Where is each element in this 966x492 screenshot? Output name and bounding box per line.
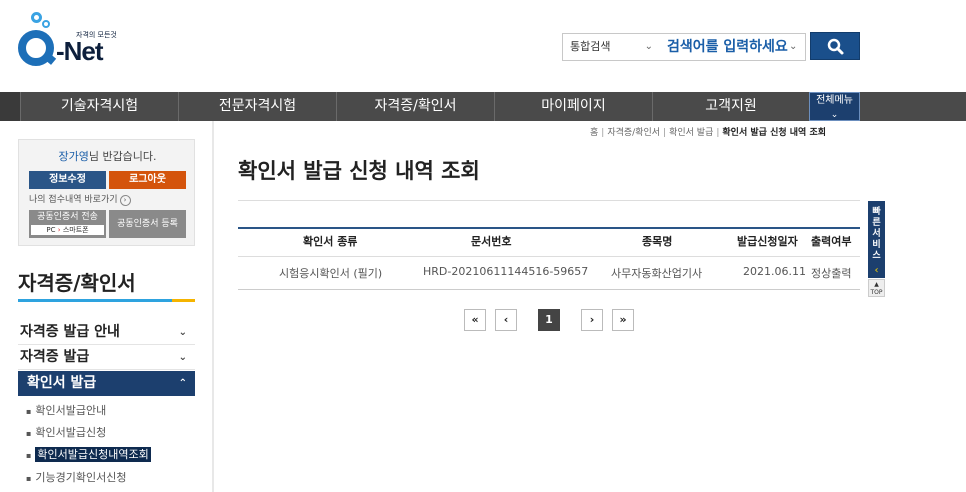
my-application-label: 나의 접수내역 바로가기 <box>29 195 118 205</box>
login-box: 장가영님 반갑습니다. 정보수정 로그아웃 나의 접수내역 바로가기 › 공동인증… <box>18 139 195 246</box>
breadcrumb-item[interactable]: 확인서 발급 <box>669 128 713 138</box>
caret-up-icon: ▲ <box>874 281 879 288</box>
page-next-button[interactable]: › <box>581 309 603 331</box>
title-divider <box>238 200 860 201</box>
nav-mypage[interactable]: 마이페이지 <box>494 92 652 121</box>
search-box: 통합검색 ⌄ ⌄ <box>562 33 806 61</box>
welcome-message: 장가영님 반갑습니다. <box>19 148 196 164</box>
all-menu-label: 전체메뉴 <box>816 95 853 106</box>
page-first-button[interactable]: « <box>464 309 486 331</box>
logo-dot-large <box>31 12 42 23</box>
qnet-logo[interactable]: 자격의 모든것 -Net <box>18 10 118 72</box>
sidebar-item-label: 확인서 발급 <box>27 375 97 391</box>
sidebar-sub-confirm-guide[interactable]: ▪ 확인서발급안내 <box>26 402 106 418</box>
page-current[interactable]: 1 <box>538 309 560 331</box>
sidebar-sub-label: 확인서발급신청내역조회 <box>35 447 151 462</box>
quick-service-label: 빠른서비스 <box>872 207 881 261</box>
sidebar-item-confirm-issue[interactable]: 확인서 발급 ⌃ <box>18 371 195 396</box>
top-label: TOP <box>870 289 883 296</box>
all-menu-button[interactable]: 전체메뉴 ⌄ <box>809 92 860 121</box>
logo-dot-small <box>42 20 50 28</box>
bullet-icon: ▪ <box>26 451 32 460</box>
table-cell-date: 2021.06.11 <box>743 265 806 278</box>
search-input[interactable] <box>661 34 805 60</box>
cert-send-route: PC › 스마트폰 <box>31 225 104 235</box>
nav-edge <box>0 92 20 121</box>
chevron-down-icon[interactable]: ⌄ <box>789 34 797 60</box>
chevron-left-icon[interactable]: ‹ <box>868 264 885 278</box>
bullet-icon: ▪ <box>26 474 32 483</box>
cert-send-phone: 스마트폰 <box>62 226 89 234</box>
breadcrumb-current: 확인서 발급 신청 내역 조회 <box>722 128 827 138</box>
sidebar-item-cert-guide[interactable]: 자격증 발급 안내 ⌄ <box>18 320 195 345</box>
logo-text: -Net <box>56 36 104 66</box>
sidebar-sub-confirm-apply[interactable]: ▪ 확인서발급신청 <box>26 424 106 440</box>
bullet-icon: ▪ <box>26 429 32 438</box>
sidebar-sub-confirm-history[interactable]: ▪ 확인서발급신청내역조회 <box>26 446 151 462</box>
page-prev-button[interactable]: ‹ <box>495 309 517 331</box>
nav-certificates[interactable]: 자격증/확인서 <box>336 92 494 121</box>
greeting-text: 님 반갑습니다. <box>88 150 157 163</box>
sidebar-sub-label: 기능경기확인서신청 <box>35 471 127 484</box>
table-header-divider <box>238 256 860 257</box>
arrow-right-icon: › <box>119 195 131 206</box>
logout-button[interactable]: 로그아웃 <box>109 171 186 189</box>
search-scope-label: 통합검색 <box>570 40 611 53</box>
sidebar-divider <box>212 121 214 492</box>
table-header-subject: 종목명 <box>642 235 673 248</box>
cert-send-button[interactable]: 공동인증서 전송 PC › 스마트폰 <box>29 210 106 238</box>
table-top-border <box>238 227 860 229</box>
top-button[interactable]: ▲ TOP <box>868 279 885 297</box>
search-scope-select[interactable]: 통합검색 ⌄ <box>563 34 661 60</box>
breadcrumb: 홈 | 자격증/확인서 | 확인서 발급 | 확인서 발급 신청 내역 조회 <box>590 128 827 138</box>
table-bottom-border <box>238 289 860 290</box>
page-last-button[interactable]: » <box>612 309 634 331</box>
nav-support[interactable]: 고객지원 <box>652 92 809 121</box>
nav-tech-exam[interactable]: 기술자격시험 <box>20 92 178 121</box>
user-name: 장가영 <box>58 150 89 163</box>
table-cell-print: 정상출력 <box>811 267 852 280</box>
chevron-up-icon: ⌃ <box>178 378 187 389</box>
table-header-type: 확인서 종류 <box>303 235 358 248</box>
search-icon <box>827 38 844 55</box>
page-title: 확인서 발급 신청 내역 조회 <box>238 159 480 183</box>
sidebar-item-cert-issue[interactable]: 자격증 발급 ⌄ <box>18 345 195 370</box>
sidebar-item-label: 자격증 발급 안내 <box>20 324 120 340</box>
chevron-down-icon: ⌄ <box>178 327 187 338</box>
chevron-down-icon: ⌄ <box>830 110 839 120</box>
breadcrumb-home[interactable]: 홈 <box>590 128 598 138</box>
table-header-print: 출력여부 <box>811 235 852 248</box>
sidebar-title: 자격증/확인서 <box>18 271 136 295</box>
table-header-date: 발급신청일자 <box>737 235 798 248</box>
table-cell-docno[interactable]: HRD-20210611144516-59657 <box>423 265 588 278</box>
table-header-docno: 문서번호 <box>471 235 512 248</box>
search-button[interactable] <box>810 32 860 60</box>
sidebar-item-label: 자격증 발급 <box>20 349 90 365</box>
cert-send-pc: PC <box>46 226 56 234</box>
chevron-down-icon: ⌄ <box>178 352 187 363</box>
my-application-link[interactable]: 나의 접수내역 바로가기 › <box>29 192 131 206</box>
table-cell-subject: 사무자동화산업기사 <box>611 267 703 280</box>
sidebar-title-underline <box>18 299 195 302</box>
sidebar-sub-label: 확인서발급안내 <box>35 404 107 417</box>
cert-send-label: 공동인증서 전송 <box>37 212 98 222</box>
arrow-right-icon: › <box>57 226 61 234</box>
table-cell-type: 시험응시확인서 (필기) <box>279 267 383 280</box>
sidebar-sub-label: 확인서발급신청 <box>35 426 107 439</box>
chevron-down-icon: ⌄ <box>644 41 653 52</box>
breadcrumb-item[interactable]: 자격증/확인서 <box>607 128 660 138</box>
edit-info-button[interactable]: 정보수정 <box>29 171 106 189</box>
bullet-icon: ▪ <box>26 407 32 416</box>
cert-register-button[interactable]: 공동인증서 등록 <box>109 210 186 238</box>
nav-pro-exam[interactable]: 전문자격시험 <box>178 92 336 121</box>
sidebar-sub-skill-contest[interactable]: ▪ 기능경기확인서신청 <box>26 469 127 485</box>
